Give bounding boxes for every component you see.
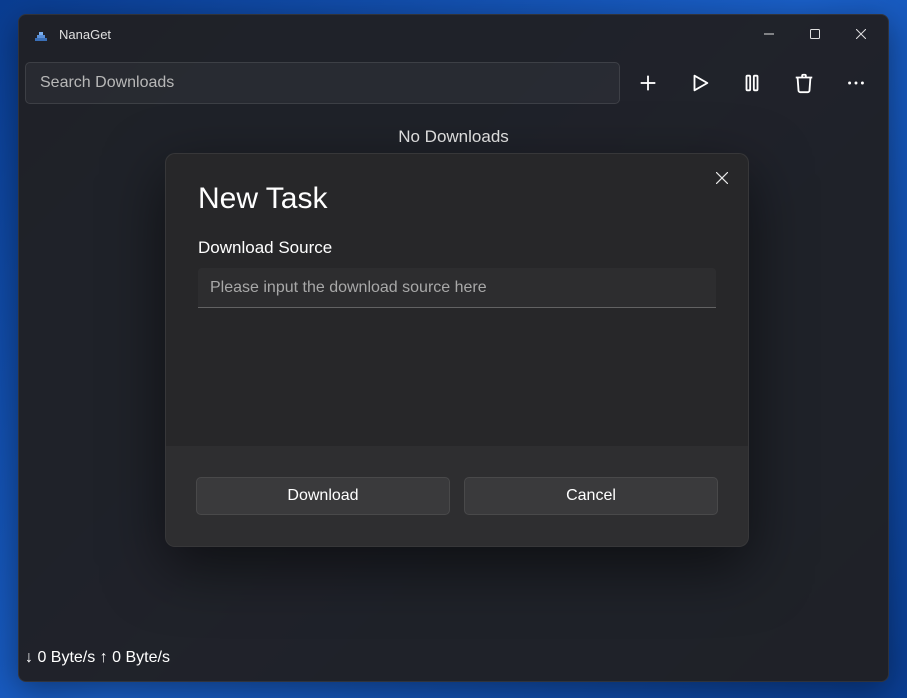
search-input[interactable] bbox=[25, 62, 620, 104]
add-task-button[interactable] bbox=[624, 62, 672, 104]
transfer-speed: ↓ 0 Byte/s ↑ 0 Byte/s bbox=[25, 649, 170, 667]
start-button[interactable] bbox=[676, 62, 724, 104]
cancel-button-label: Cancel bbox=[566, 487, 616, 505]
download-source-input[interactable] bbox=[198, 268, 716, 308]
titlebar: NanaGet bbox=[19, 15, 888, 53]
toolbar bbox=[19, 53, 888, 113]
dialog-body: New Task Download Source bbox=[166, 154, 748, 446]
download-button[interactable]: Download bbox=[196, 477, 450, 515]
dialog-close-button[interactable] bbox=[708, 164, 736, 192]
window-controls bbox=[746, 18, 884, 50]
close-button[interactable] bbox=[838, 18, 884, 50]
app-window: NanaGet No Do bbox=[18, 14, 889, 682]
app-title: NanaGet bbox=[59, 27, 746, 42]
delete-button[interactable] bbox=[780, 62, 828, 104]
maximize-button[interactable] bbox=[792, 18, 838, 50]
cancel-button[interactable]: Cancel bbox=[464, 477, 718, 515]
download-button-label: Download bbox=[287, 487, 358, 505]
dialog-footer: Download Cancel bbox=[166, 446, 748, 546]
empty-state-text: No Downloads bbox=[19, 127, 888, 147]
more-button[interactable] bbox=[832, 62, 880, 104]
download-source-label: Download Source bbox=[198, 238, 716, 258]
new-task-dialog: New Task Download Source Download Cancel bbox=[165, 153, 749, 547]
pause-button[interactable] bbox=[728, 62, 776, 104]
minimize-button[interactable] bbox=[746, 18, 792, 50]
dialog-title: New Task bbox=[198, 182, 716, 216]
app-icon bbox=[33, 26, 49, 42]
status-bar: ↓ 0 Byte/s ↑ 0 Byte/s bbox=[19, 641, 888, 681]
